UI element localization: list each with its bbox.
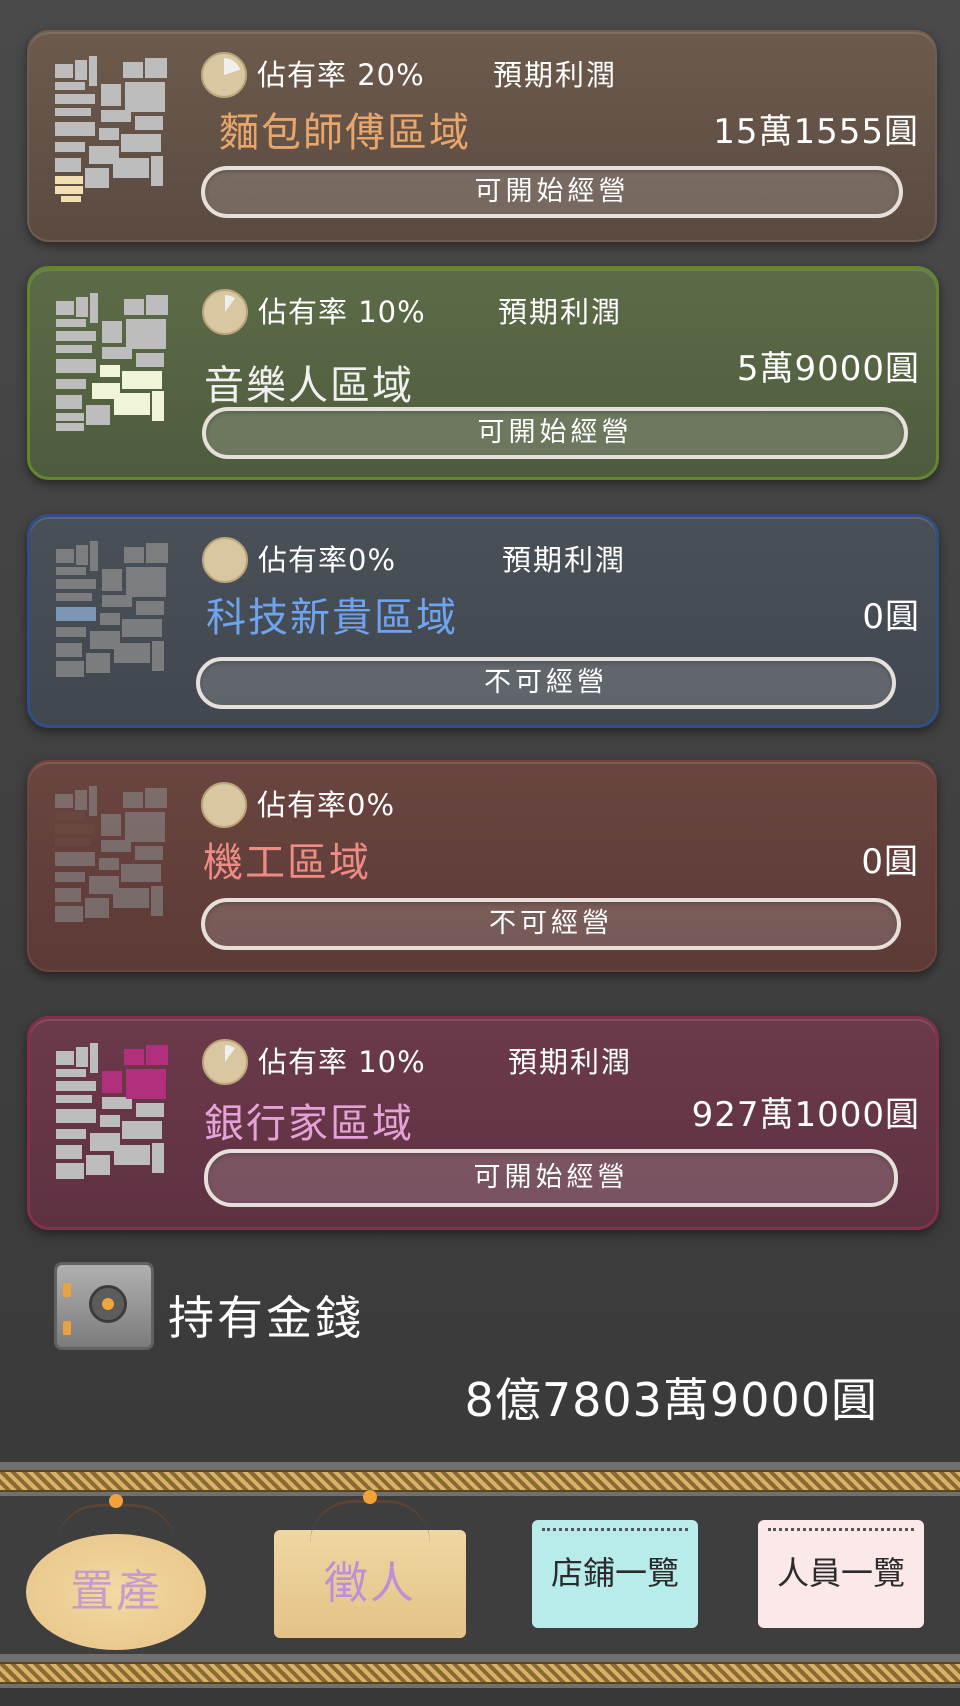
bottom-nav: 置產 徵人 店鋪一覽 人員一覽 — [0, 1490, 960, 1656]
area-map-icon — [55, 56, 167, 202]
area-map-icon — [56, 293, 168, 431]
real-estate-label: 置產 — [70, 1566, 162, 1617]
money-panel: 持有金錢 8億7803萬9000圓 — [0, 1260, 960, 1427]
recruit-button[interactable]: 徵人 — [274, 1490, 466, 1638]
start-operation-button[interactable]: 可開始經營 — [201, 166, 903, 218]
pin-icon — [109, 1494, 123, 1508]
rope-divider — [0, 1654, 960, 1688]
staff-list-button[interactable]: 人員一覽 — [758, 1520, 924, 1628]
area-name: 麵包師傅區域 — [219, 110, 471, 156]
area-map-icon — [56, 541, 168, 677]
expected-profit-label: 預期利潤 — [508, 1045, 633, 1079]
share-rate: 佔有率 10% — [258, 1045, 426, 1079]
area-map-icon — [55, 786, 167, 922]
area-card-banker[interactable]: 佔有率 10% 預期利潤 銀行家區域 927萬1000圓 可開始經營 — [27, 1016, 939, 1230]
staff-list-label: 人員一覽 — [776, 1554, 905, 1592]
share-rate: 佔有率 20% — [257, 58, 425, 92]
money-label: 持有金錢 — [168, 1291, 364, 1345]
area-card-tech[interactable]: 佔有率0% 預期利潤 科技新貴區域 0圓 不可經營 — [27, 514, 939, 728]
safe-icon — [54, 1262, 154, 1350]
area-name: 科技新貴區域 — [206, 595, 458, 641]
real-estate-button[interactable]: 置產 — [26, 1494, 206, 1650]
share-rate: 佔有率 10% — [258, 295, 426, 329]
expected-profit-label: 預期利潤 — [498, 295, 623, 329]
pin-icon — [363, 1490, 377, 1504]
operation-disabled-button[interactable]: 不可經營 — [196, 657, 896, 709]
area-card-baker[interactable]: 佔有率 20% 預期利潤 麵包師傅區域 15萬1555圓 可開始經營 — [27, 30, 937, 242]
expected-profit-value: 15萬1555圓 — [713, 112, 919, 152]
share-pie-icon — [201, 52, 247, 98]
area-map-icon — [56, 1043, 168, 1179]
area-card-mechanic[interactable]: 佔有率0% 機工區域 0圓 不可經營 — [27, 760, 937, 972]
expected-profit-label: 預期利潤 — [493, 58, 618, 92]
share-pie-icon — [202, 289, 248, 335]
start-operation-button[interactable]: 可開始經營 — [204, 1149, 898, 1207]
expected-profit-label: 預期利潤 — [502, 543, 627, 577]
share-rate: 佔有率0% — [257, 788, 396, 822]
recruit-label: 徵人 — [324, 1558, 416, 1609]
operation-disabled-button[interactable]: 不可經營 — [201, 898, 901, 950]
start-operation-button[interactable]: 可開始經營 — [202, 407, 908, 459]
money-value: 8億7803萬9000圓 — [464, 1373, 878, 1427]
shop-list-label: 店鋪一覽 — [550, 1554, 679, 1592]
share-pie-icon — [202, 537, 248, 583]
expected-profit-value: 5萬9000圓 — [736, 349, 920, 389]
shop-list-button[interactable]: 店鋪一覽 — [532, 1520, 698, 1628]
share-pie-icon — [202, 1039, 248, 1085]
area-card-musician[interactable]: 佔有率 10% 預期利潤 音樂人區域 5萬9000圓 可開始經營 — [27, 266, 939, 480]
area-name: 銀行家區域 — [204, 1101, 414, 1147]
share-pie-icon — [201, 782, 247, 828]
share-rate: 佔有率0% — [258, 543, 397, 577]
area-name: 機工區域 — [203, 840, 371, 886]
expected-profit-value: 927萬1000圓 — [691, 1095, 920, 1135]
expected-profit-value: 0圓 — [861, 842, 919, 882]
expected-profit-value: 0圓 — [862, 597, 920, 637]
rope-divider — [0, 1462, 960, 1496]
area-name: 音樂人區域 — [204, 363, 414, 409]
